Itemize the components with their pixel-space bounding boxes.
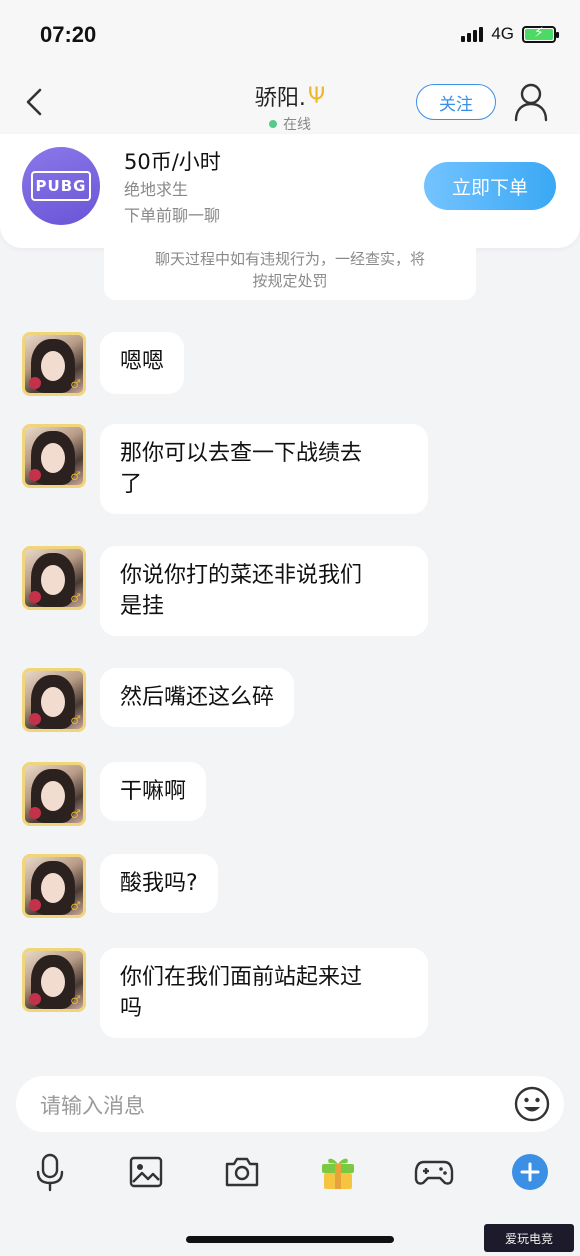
message-text-line-1: 你们在我们面前站起来过 bbox=[120, 965, 363, 990]
signal-icon bbox=[461, 26, 484, 42]
message-text: 嗯嗯 bbox=[120, 349, 165, 374]
message-bubble[interactable]: 酸我吗? bbox=[100, 854, 218, 913]
status-bar: 07:20 4G ⚡ bbox=[0, 0, 580, 70]
message-text-line-2: 吗 bbox=[120, 996, 143, 1021]
pubg-logo-text: PUBG bbox=[31, 171, 91, 201]
status-indicators: 4G ⚡ bbox=[461, 24, 559, 44]
emoji-button[interactable] bbox=[514, 1086, 550, 1122]
gender-badge-icon: ♂ bbox=[70, 899, 81, 913]
status-time: 07:20 bbox=[40, 22, 97, 47]
avatar[interactable]: ♂ bbox=[22, 854, 86, 918]
chat-header: 骄阳. Ψ 在线 关注 bbox=[0, 70, 580, 134]
gender-badge-icon: ♂ bbox=[70, 713, 81, 727]
gender-badge-icon: ♂ bbox=[70, 469, 81, 483]
camera-icon bbox=[225, 1157, 259, 1187]
avatar[interactable]: ♂ bbox=[22, 332, 86, 396]
avatar[interactable]: ♂ bbox=[22, 762, 86, 826]
gender-badge-icon: ♂ bbox=[70, 807, 81, 821]
watermark-logo: 爱玩电竞 bbox=[484, 1224, 574, 1252]
message-bubble[interactable]: 你说你打的菜还非说我们 是挂 bbox=[100, 546, 428, 636]
service-card: PUBG 50币/小时 绝地求生 下单前聊一聊 立即下单 bbox=[0, 134, 580, 248]
gift-button[interactable] bbox=[318, 1152, 358, 1192]
home-indicator[interactable] bbox=[186, 1236, 394, 1243]
message-text: 干嘛啊 bbox=[120, 779, 187, 804]
system-notice: 聊天过程中如有违规行为，一经查实，将 按规定处罚 bbox=[104, 248, 476, 300]
camera-button[interactable] bbox=[222, 1152, 262, 1192]
order-hint: 下单前聊一聊 bbox=[124, 206, 221, 225]
microphone-icon bbox=[36, 1153, 64, 1192]
gender-badge-icon: ♂ bbox=[70, 993, 81, 1007]
online-status-text: 在线 bbox=[283, 117, 311, 133]
follow-button[interactable]: 关注 bbox=[416, 84, 496, 120]
message-bubble[interactable]: 干嘛啊 bbox=[100, 762, 207, 821]
online-status: 在线 bbox=[0, 114, 580, 134]
profile-button[interactable] bbox=[513, 82, 549, 122]
message-text-line-2: 了 bbox=[120, 472, 143, 497]
avatar[interactable]: ♂ bbox=[22, 546, 86, 610]
message-text-line-1: 你说你打的菜还非说我们 bbox=[120, 563, 363, 588]
message-input[interactable]: 请输入消息 bbox=[16, 1076, 564, 1132]
avatar[interactable]: ♂ bbox=[22, 668, 86, 732]
game-button[interactable] bbox=[414, 1152, 454, 1192]
plus-icon bbox=[512, 1154, 548, 1190]
gender-badge-icon: ♂ bbox=[70, 591, 81, 605]
gender-badge-icon: ♂ bbox=[70, 377, 81, 391]
trident-icon: Ψ bbox=[307, 83, 326, 109]
message-input-placeholder: 请输入消息 bbox=[40, 1094, 145, 1118]
order-now-button[interactable]: 立即下单 bbox=[424, 162, 556, 210]
message-bubble[interactable]: 那你可以去查一下战绩去 了 bbox=[100, 424, 428, 514]
input-toolbar bbox=[0, 1148, 580, 1198]
service-price: 50币/小时 bbox=[124, 150, 221, 174]
message-text-line-1: 那你可以去查一下战绩去 bbox=[120, 441, 363, 466]
pubg-logo: PUBG bbox=[22, 147, 100, 225]
message-text: 酸我吗? bbox=[120, 871, 198, 896]
message-bubble[interactable]: 你们在我们面前站起来过 吗 bbox=[100, 948, 428, 1038]
watermark-text: 爱玩电竞 bbox=[504, 1231, 553, 1246]
message-bubble[interactable]: 嗯嗯 bbox=[100, 332, 185, 394]
more-button[interactable] bbox=[510, 1152, 550, 1192]
message-text-line-2: 是挂 bbox=[120, 594, 165, 619]
message-bubble[interactable]: 然后嘴还这么碎 bbox=[100, 668, 295, 727]
gamepad-icon bbox=[414, 1160, 454, 1185]
game-name: 绝地求生 bbox=[124, 180, 189, 199]
notice-line-1: 聊天过程中如有违规行为，一经查实，将 bbox=[154, 250, 425, 268]
avatar[interactable]: ♂ bbox=[22, 948, 86, 1012]
gift-icon bbox=[322, 1158, 354, 1189]
emoji-icon bbox=[514, 1086, 550, 1122]
user-icon bbox=[514, 83, 548, 122]
voice-button[interactable] bbox=[30, 1152, 70, 1192]
network-type: 4G bbox=[491, 24, 514, 43]
contact-name: 骄阳. bbox=[254, 86, 306, 111]
battery-icon: ⚡ bbox=[522, 25, 559, 43]
chat-title[interactable]: 骄阳. Ψ bbox=[255, 80, 325, 112]
notice-line-2: 按规定处罚 bbox=[252, 272, 328, 290]
image-icon bbox=[129, 1156, 163, 1188]
message-text: 然后嘴还这么碎 bbox=[120, 685, 275, 710]
online-dot bbox=[269, 120, 277, 128]
avatar[interactable]: ♂ bbox=[22, 424, 86, 488]
photo-button[interactable] bbox=[126, 1152, 166, 1192]
